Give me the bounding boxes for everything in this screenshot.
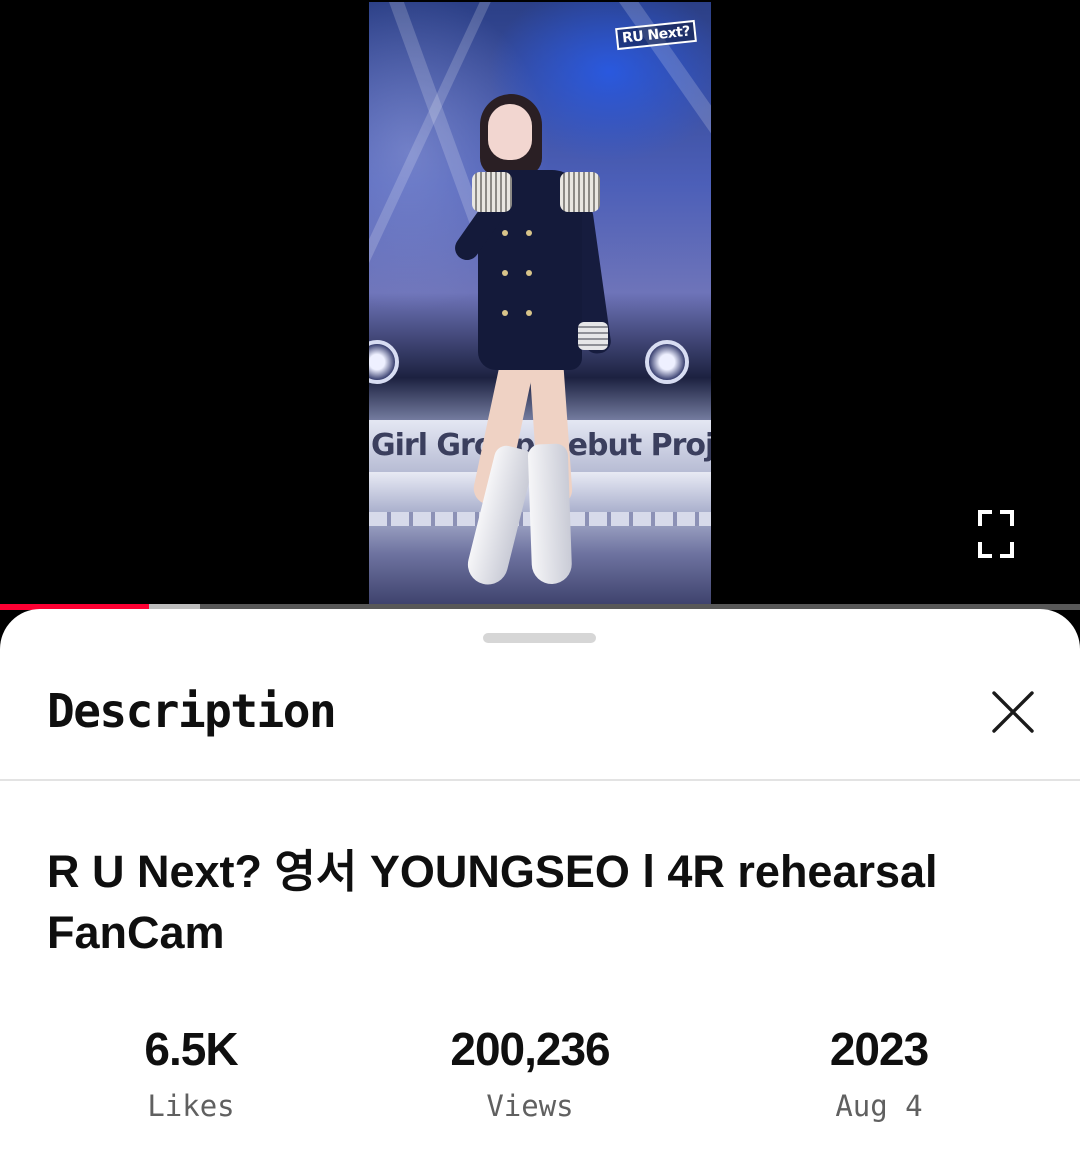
performer-figure (450, 94, 614, 594)
sheet-drag-handle[interactable] (483, 633, 596, 643)
likes-label: Likes (147, 1089, 235, 1123)
coat-button (526, 310, 532, 316)
stage-spotlight (645, 340, 689, 384)
views-label: Views (486, 1089, 574, 1123)
sheet-divider (0, 779, 1080, 781)
coat-button (502, 310, 508, 316)
close-button[interactable] (984, 683, 1042, 741)
publish-year: 2023 (829, 1023, 929, 1075)
performer-epaulet (560, 172, 600, 212)
performer-boot (463, 443, 537, 589)
coat-button (526, 230, 532, 236)
coat-button (502, 230, 508, 236)
likes-count: 6.5K (144, 1023, 238, 1075)
close-icon (992, 691, 1034, 733)
performer-face (488, 104, 532, 160)
performer-cuff (578, 322, 608, 350)
stage-spotlight (369, 340, 399, 384)
publish-date: Aug 4 (835, 1089, 923, 1123)
channel-logo: RU Next? (615, 19, 698, 51)
stat-views: 200,236 Views (380, 1019, 680, 1121)
video-frame[interactable]: Girl Group Debut Project RU Next? (369, 2, 711, 608)
fullscreen-icon (978, 510, 1014, 558)
description-sheet: Description R U Next? 영서 YOUNGSEO l 4R r… (0, 609, 1080, 1158)
coat-button (502, 270, 508, 276)
views-count: 200,236 (450, 1023, 610, 1075)
performer-boot (527, 443, 573, 585)
fullscreen-button[interactable] (972, 504, 1020, 564)
coat-button (526, 270, 532, 276)
video-player[interactable]: Girl Group Debut Project RU Next? (0, 0, 1080, 610)
sheet-title: Description (47, 684, 337, 738)
stat-date: 2023 Aug 4 (729, 1019, 1029, 1121)
stat-likes: 6.5K Likes (41, 1019, 341, 1121)
performer-epaulet (472, 172, 512, 212)
video-title: R U Next? 영서 YOUNGSEO l 4R rehearsal Fan… (47, 846, 938, 958)
